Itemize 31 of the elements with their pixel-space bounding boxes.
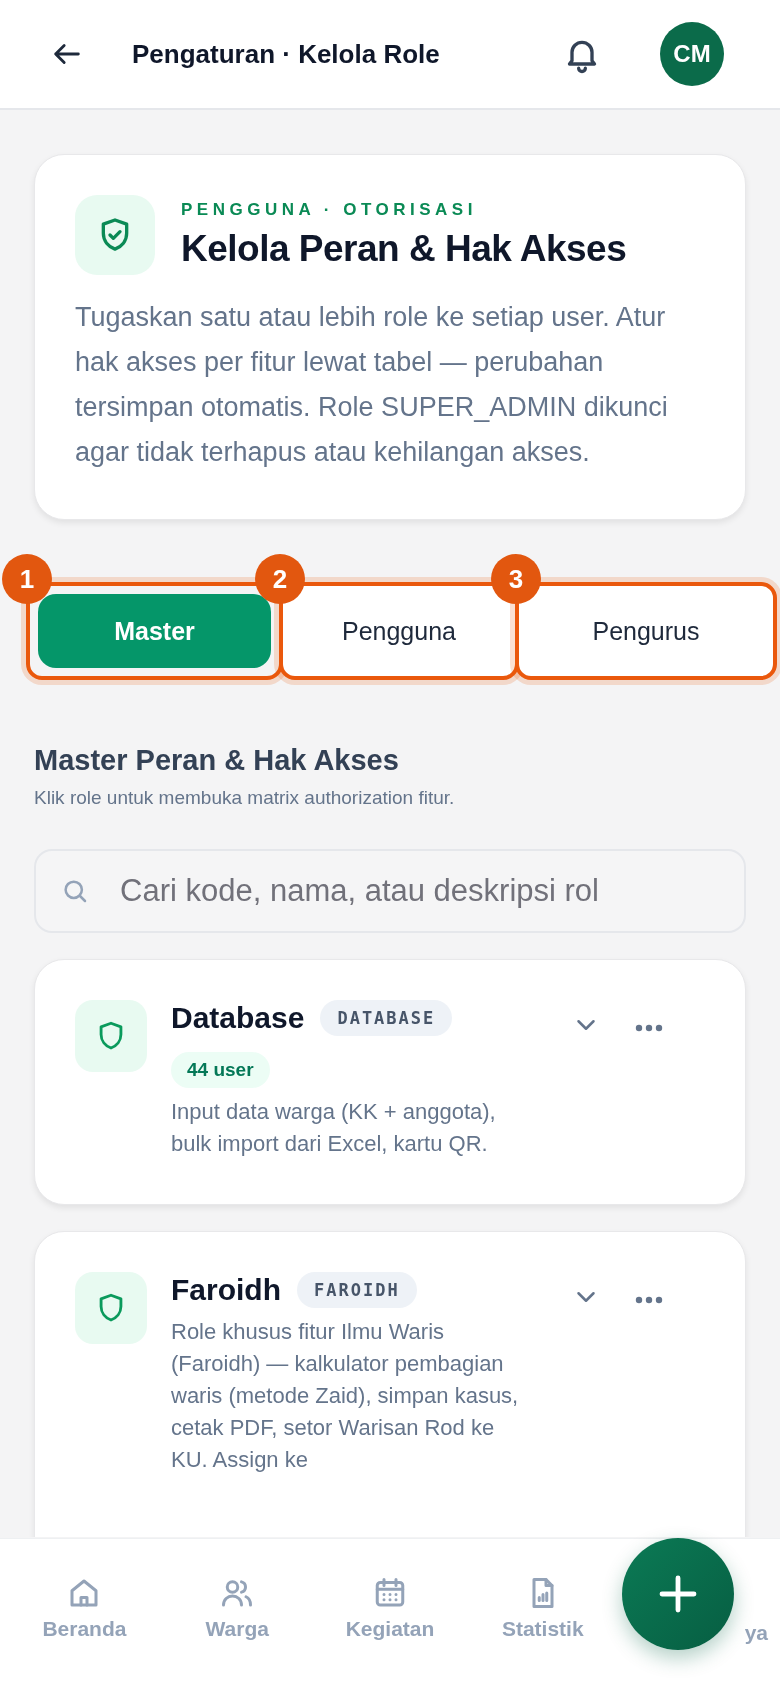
nav-item[interactable]: Beranda: [8, 1539, 161, 1688]
step-marker: 3: [491, 554, 541, 604]
nav-item[interactable]: Statistik: [466, 1539, 620, 1688]
role-card[interactable]: Faroidh FAROIDH Role khusus fitur Ilmu Waris (Faroidh) — kalkulator pembagian waris (metode Zaid), simpan kasus, cetak PDF, setor Warisan Rod ke KU. Assign ke: [34, 1231, 746, 1537]
shield-check-icon: [75, 195, 155, 275]
card-description: Tugaskan satu atau lebih role ke setiap user. Atur hak akses per fitur lewat tabel — perubahan tersimpan otomatis. Role SUPER_ADMIN dikunci agar tidak terhapus atau kehilangan akses.: [75, 301, 669, 469]
user-avatar[interactable]: CM: [660, 22, 724, 86]
role-card[interactable]: Database DATABASE 44 user Input data warga (KK + anggota), bulk import dari Excel, kartu QR.: [34, 959, 746, 1205]
role-code: FAROIDH: [297, 1272, 417, 1308]
nav-item[interactable]: Warga: [160, 1539, 314, 1688]
section-title: Master Peran & Hak Akses: [34, 744, 400, 777]
role-code: DATABASE: [320, 1000, 453, 1036]
more-icon[interactable]: [635, 1296, 663, 1304]
search-field[interactable]: Cari kode, nama, atau deskripsi rol: [34, 849, 746, 933]
nav-item[interactable]: ya: [744, 1621, 768, 1651]
shield-icon: [75, 1000, 147, 1072]
page-title: Pengaturan · Kelola Role: [132, 38, 441, 70]
step-marker: 1: [2, 554, 52, 604]
role-description: Input data warga (KK + anggota), bulk import dari Excel, kartu QR.: [171, 1098, 497, 1158]
step-marker: 2: [255, 554, 305, 604]
role-name: Database: [171, 1001, 305, 1035]
card-title: Kelola Peran & Hak Akses: [181, 228, 627, 270]
section-subtitle: Klik role untuk membuka matrix authorization fitur.: [34, 787, 456, 809]
role-name: Faroidh: [171, 1273, 281, 1307]
shield-icon: [75, 1272, 147, 1344]
role-description: Role khusus fitur Ilmu Waris (Faroidh) — kalkulator pembagian waris (metode Zaid), simpan kasus, cetak PDF, setor Warisan Rod ke KU. Assign ke: [171, 1318, 520, 1474]
card-eyebrow: PENGGUNA · OTORISASI: [181, 200, 478, 220]
tab[interactable]: Master: [38, 594, 271, 668]
nav-item[interactable]: Kegiatan: [313, 1539, 467, 1688]
user-count: 44 user: [171, 1052, 270, 1088]
more-icon[interactable]: [635, 1024, 663, 1032]
